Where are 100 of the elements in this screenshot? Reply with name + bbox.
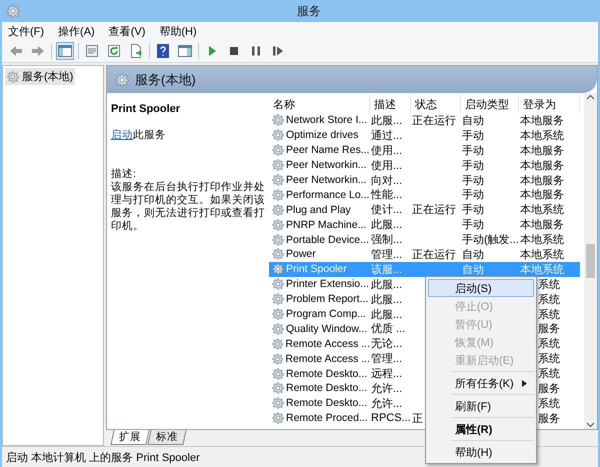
submenu-arrow-icon (522, 380, 527, 386)
properties-icon (84, 43, 100, 59)
scroll-down-icon (586, 420, 595, 429)
window-title: 服务 (297, 2, 321, 20)
gear-icon (272, 129, 284, 142)
table-cell-text: 手动 (461, 174, 485, 188)
table-cell-text: 本地系统 (519, 202, 565, 218)
menu-item[interactable]: 启动(S) (428, 279, 534, 297)
service-name-cell[interactable]: Quality Window... (269, 321, 370, 336)
table-cell-text: 此服... (370, 218, 404, 232)
gear-icon (272, 263, 284, 276)
action-pane-icon (177, 43, 193, 59)
gear-icon (272, 234, 284, 246)
service-name-cell[interactable]: Optimize drives (269, 128, 370, 143)
service-name-cell[interactable]: Performance Lo... (269, 187, 370, 202)
help-icon (155, 43, 171, 59)
table-cell-text: 向对... (370, 174, 404, 188)
menu-item[interactable]: 刷新(F) (428, 397, 534, 415)
tree-item[interactable]: 服务(本地) (5, 68, 76, 85)
gear-icon (272, 322, 284, 335)
table-cell-text: 手动 (461, 158, 485, 173)
description-label: 描述: (111, 168, 137, 181)
table-cell-text: 系统 (537, 278, 561, 292)
gear-icon (272, 114, 284, 126)
service-name-cell[interactable]: Power (269, 247, 370, 262)
gear-icon (272, 338, 284, 350)
service-name-cell[interactable]: Program Comp... (269, 306, 370, 322)
status-text: 启动 本地计算机 上的服务 Print Spooler (6, 450, 200, 464)
table-cell-text: 使用... (370, 158, 404, 173)
table-cell-text: 自动 (461, 262, 485, 277)
table-cell-text: 服务 (537, 382, 561, 396)
gear-icon (272, 352, 284, 365)
service-name-cell[interactable]: Peer Name Res... (269, 142, 370, 158)
service-name-cell[interactable]: Peer Networkin... (269, 158, 370, 173)
table-cell-text: 正在运行 (411, 114, 457, 128)
toolbar-button[interactable] (56, 42, 74, 60)
table-cell-text: 本地服务 (519, 188, 565, 202)
service-name-cell[interactable]: Remote Deskto... (269, 366, 370, 382)
gear-icon (272, 218, 284, 231)
table-cell-text: 手动 (461, 203, 485, 218)
gear-icon (272, 159, 284, 172)
service-name-cell[interactable]: Remote Deskto... (269, 396, 370, 411)
column-header[interactable]: 登录为 (519, 95, 580, 113)
action-text: 启动此服务 (111, 129, 167, 142)
table-cell-text: 使用... (370, 144, 404, 158)
table-cell-text: 此服... (370, 278, 404, 292)
table-cell-text: 远程... (370, 367, 404, 382)
table-cell-text: 使计... (370, 203, 404, 218)
scroll-up-icon (586, 93, 595, 102)
service-name: Print Spooler (111, 103, 182, 116)
toolbar-button[interactable] (154, 42, 172, 60)
table-cell-text: 系统 (537, 352, 561, 366)
table-cell-text: 系统 (537, 336, 561, 352)
table-cell-text: 该服... (370, 262, 404, 277)
service-name-cell[interactable]: Remote Access ... (269, 351, 370, 366)
menu-item[interactable]: 查看(V) (108, 24, 146, 38)
table-cell-text: 本地服务 (519, 158, 565, 173)
scroll-thumb[interactable] (586, 244, 595, 278)
table-cell-text: 本地系统 (519, 262, 565, 277)
service-name-cell[interactable]: Peer Networkin... (269, 172, 370, 188)
gear-icon (272, 144, 284, 156)
menu-item[interactable]: 帮助(H) (428, 443, 534, 461)
view-tab[interactable]: 标准 (147, 430, 187, 445)
service-name-cell[interactable]: Remote Deskto... (269, 381, 370, 396)
gear-icon (272, 397, 284, 410)
table-cell-text: 服务 (537, 412, 561, 426)
gear-icon (272, 188, 284, 201)
start-link[interactable]: 启动 (111, 129, 133, 141)
menu-item[interactable]: 帮助(H) (159, 24, 197, 38)
gear-icon (272, 293, 284, 306)
table-cell-text: 正在运行 (411, 203, 457, 218)
panel-title: 服务(本地) (135, 70, 196, 88)
service-name-cell[interactable]: Printer Extensio... (269, 276, 370, 292)
scrollbar[interactable] (584, 93, 597, 429)
table-cell-text: 服务 (537, 322, 561, 336)
toolbar-button[interactable] (176, 42, 194, 60)
table-cell-text: 本地系统 (519, 232, 565, 248)
table-cell-text: RPCS... (370, 411, 411, 426)
menu-item[interactable]: 所有任务(K) (428, 374, 534, 392)
service-name-cell[interactable]: Problem Report... (269, 292, 370, 307)
service-name-cell[interactable]: Portable Device... (269, 232, 370, 248)
column-header[interactable]: 名称 (269, 95, 370, 113)
table-cell-text: 本地系统 (519, 128, 565, 143)
service-name-cell[interactable]: Remote Proced... (269, 410, 370, 426)
menu-item[interactable]: 属性(R) (428, 420, 534, 438)
table-cell-text: 正在运行 (411, 248, 457, 262)
service-name-cell[interactable]: Plug and Play (269, 202, 370, 218)
menu-item[interactable]: 文件(F) (8, 24, 44, 38)
table-cell-text: 正 (411, 412, 424, 426)
table-cell-text: 允许... (370, 396, 404, 411)
view-tab[interactable]: 扩展 (110, 430, 150, 445)
service-name-cell[interactable]: PNRP Machine... (269, 217, 370, 232)
service-name-cell[interactable]: Remote Access ... (269, 336, 370, 352)
menu-item[interactable]: 操作(A) (58, 24, 95, 38)
column-header[interactable]: 描述 (370, 95, 411, 113)
gear-icon (272, 412, 284, 424)
column-header[interactable]: 状态 (411, 95, 461, 113)
refresh-icon (106, 43, 122, 59)
column-header[interactable]: 启动类型 (461, 95, 519, 113)
service-name-cell[interactable]: Network Store I... (269, 113, 370, 128)
